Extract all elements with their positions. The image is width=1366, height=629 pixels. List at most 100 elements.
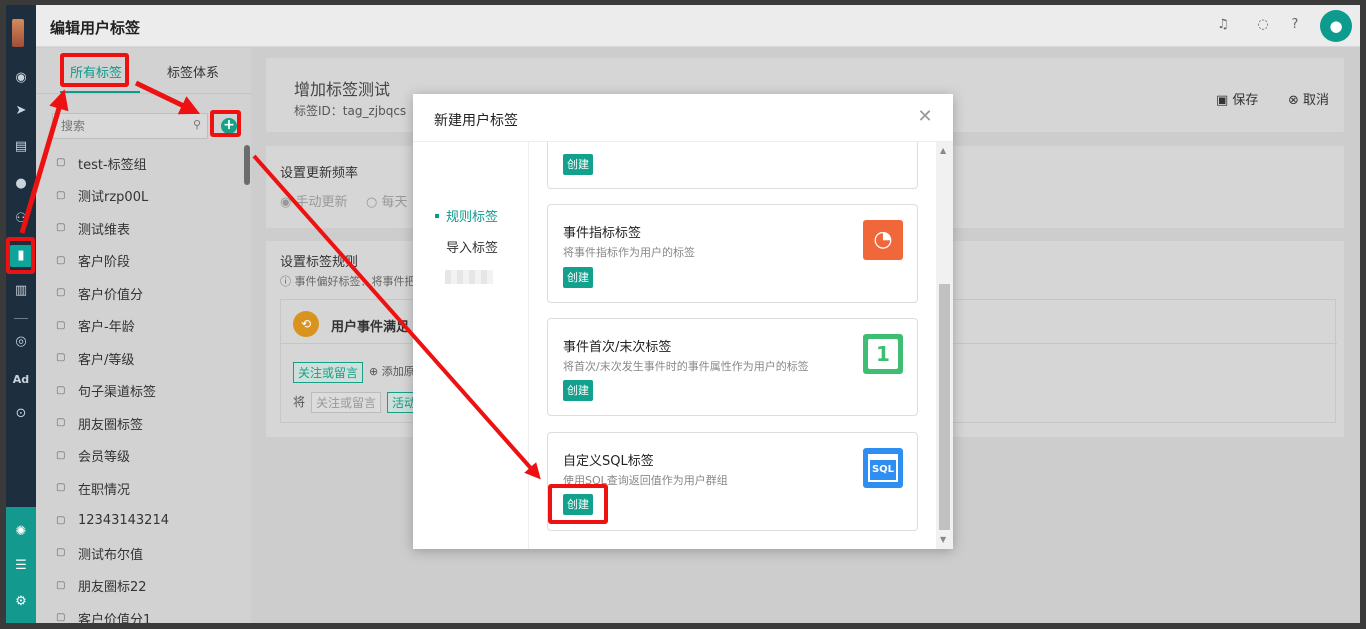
daily-update-label: 每天 — [381, 195, 408, 210]
card-desc: 将首次/末次发生事件时的事件属性作为用户的标签 — [563, 360, 809, 373]
cancel-button[interactable]: ⊗ 取消 — [1288, 89, 1329, 108]
list-item[interactable]: ▢ 测试维表 — [36, 212, 251, 245]
search-input[interactable] — [53, 114, 173, 138]
card-desc: 将事件指标作为用户的标签 — [563, 246, 695, 259]
modal-title: 新建用户标签 — [434, 113, 518, 129]
list-item-label: 客户/等级 — [78, 352, 135, 368]
create-button[interactable]: 创建 — [563, 380, 593, 401]
list-item[interactable]: ▢ 朋友圈标签 — [36, 407, 251, 440]
help-icon[interactable]: ? — [1287, 17, 1303, 33]
list-item[interactable]: ▢ 客户价值分 — [36, 277, 251, 310]
info-icon: ⓘ — [280, 275, 295, 288]
list-item[interactable]: ▢ 朋友圈标22 — [36, 570, 251, 603]
list-item[interactable]: ▢ test-标签组 — [36, 147, 251, 180]
left-nav-rail: ◉ ➤ ▤ ● ⚇ ▮ ▥ ◎ Ad ⊙ ✺ ☰ ⚙ — [6, 5, 36, 623]
modal-nav-import-tag[interactable]: 导入标签 — [446, 237, 498, 256]
tag-type-card-top: 创建 — [547, 142, 918, 189]
event-badge-icon: ⟲ — [293, 311, 319, 337]
tag-item-icon: ▢ — [56, 222, 66, 234]
list-item-label: 客户-年龄 — [78, 320, 135, 336]
blurred-item — [445, 270, 493, 284]
list-item[interactable]: ▢ 会员等级 — [36, 440, 251, 473]
rail-divider — [14, 318, 28, 319]
settings-icon[interactable]: ⚙ — [10, 591, 32, 613]
tag-item-icon: ▢ — [56, 612, 66, 623]
tag-rule-note: ⓘ 事件偏好标签：将事件把 — [280, 273, 416, 289]
list-item[interactable]: ▢ 客户阶段 — [36, 245, 251, 278]
list-item[interactable]: ▢ 测试rzp00L — [36, 180, 251, 213]
list-item-label: 在职情况 — [78, 482, 131, 498]
wechat-icon[interactable]: ◎ — [10, 331, 32, 353]
list-item-label: 客户阶段 — [78, 255, 131, 271]
event-chip[interactable]: 关注或留言 — [293, 362, 364, 383]
update-frequency-heading: 设置更新频率 — [280, 166, 359, 181]
scroll-down-icon[interactable]: ▼ — [940, 535, 946, 544]
search-box: ⚲ — [52, 113, 208, 139]
tab-tag-system[interactable]: 标签体系 — [167, 62, 219, 81]
list-item[interactable]: ▢ 客户-年龄 — [36, 310, 251, 343]
scroll-up-icon[interactable]: ▲ — [940, 146, 946, 155]
modal-scrollbar[interactable]: ▲ ▼ — [936, 142, 953, 549]
list-item-label: 12343143214 — [78, 513, 169, 529]
dashboard-icon[interactable]: ◉ — [10, 67, 32, 89]
list-item-label: 测试维表 — [78, 222, 131, 238]
avatar[interactable]: ● — [1320, 10, 1352, 42]
list-item-label: 句子渠道标签 — [78, 385, 157, 401]
page-title: 编辑用户标签 — [50, 19, 141, 37]
card-title: 事件指标标签 — [563, 226, 642, 241]
highlight-box-create-sql — [548, 484, 608, 524]
top-bar: 编辑用户标签 ♫ ◌ ? ● — [36, 5, 1360, 47]
highlight-box-add-button — [210, 110, 241, 137]
modal-nav-rule-tag[interactable]: 规则标签 — [446, 206, 498, 225]
rail-bottom-group: ✺ ☰ ⚙ — [6, 507, 36, 623]
list-item[interactable]: ▢ 客户价值分1 — [36, 602, 251, 623]
list-item-label: 客户价值分1 — [78, 612, 152, 623]
compass-icon[interactable]: ⊙ — [10, 403, 32, 425]
tag-item-icon: ▢ — [56, 287, 66, 299]
radio-icon: ◉ — [280, 195, 296, 210]
chat-icon[interactable]: ◌ — [1255, 17, 1271, 33]
ad-icon[interactable]: Ad — [10, 369, 32, 391]
list-item-label: test-标签组 — [78, 157, 147, 173]
manual-update-label: 手动更新 — [295, 195, 348, 210]
list-item[interactable]: ▢ 在职情况 — [36, 472, 251, 505]
list-item[interactable]: ▢ 12343143214 — [36, 505, 251, 538]
save-button[interactable]: ▣ 保存 — [1216, 89, 1258, 108]
scroll-thumb[interactable] — [939, 284, 950, 530]
bell-icon[interactable]: ♫ — [1215, 17, 1231, 33]
radio-icon: ○ — [366, 195, 382, 210]
create-button[interactable]: 创建 — [563, 154, 593, 175]
create-button[interactable]: 创建 — [563, 267, 593, 288]
list-item[interactable]: ▢ 句子渠道标签 — [36, 375, 251, 408]
add-condition-link[interactable]: ⊕ 添加原 — [369, 363, 415, 379]
list-item[interactable]: ▢ 客户/等级 — [36, 342, 251, 375]
manual-update-radio[interactable]: ◉ 手动更新 — [280, 191, 348, 210]
cancel-label: 取消 — [1303, 93, 1330, 108]
robot-icon[interactable]: ✺ — [10, 521, 32, 543]
add-condition-label: 添加原 — [381, 365, 415, 378]
ad-icon-label: Ad — [12, 373, 30, 386]
close-icon[interactable]: ✕ — [915, 107, 935, 127]
event-chip-disabled[interactable]: 关注或留言 — [311, 392, 382, 413]
layout-icon[interactable]: ▤ — [10, 136, 32, 158]
list-item[interactable]: ▢ 测试布尔值 — [36, 537, 251, 570]
send-icon[interactable]: ➤ — [10, 100, 32, 122]
card-title: 自定义SQL标签 — [563, 454, 654, 469]
app-logo — [12, 19, 24, 47]
list-scrollbar[interactable] — [244, 145, 250, 185]
search-icon[interactable]: ⚲ — [193, 118, 201, 131]
tag-item-icon: ▢ — [56, 157, 66, 169]
tag-type-card-event-metric: 事件指标标签 将事件指标作为用户的标签 创建 ◔ — [547, 204, 918, 303]
tag-item-icon: ▢ — [56, 449, 66, 461]
modal-header: 新建用户标签 ✕ — [413, 94, 953, 142]
tag-id: 标签ID：tag_zjbqcs — [294, 104, 407, 118]
bar-chart-icon[interactable]: ▥ — [10, 280, 32, 302]
daily-update-radio[interactable]: ○ 每天 — [366, 191, 408, 210]
server-icon[interactable]: ☰ — [10, 555, 32, 577]
tag-item-icon: ▢ — [56, 254, 66, 266]
users-icon[interactable]: ⚇ — [10, 208, 32, 230]
user-icon[interactable]: ● — [10, 173, 32, 195]
modal-sidebar: 规则标签 导入标签 — [413, 142, 529, 549]
tag-title: 增加标签测试 — [294, 80, 391, 99]
sql-icon-text: SQL — [868, 454, 898, 482]
